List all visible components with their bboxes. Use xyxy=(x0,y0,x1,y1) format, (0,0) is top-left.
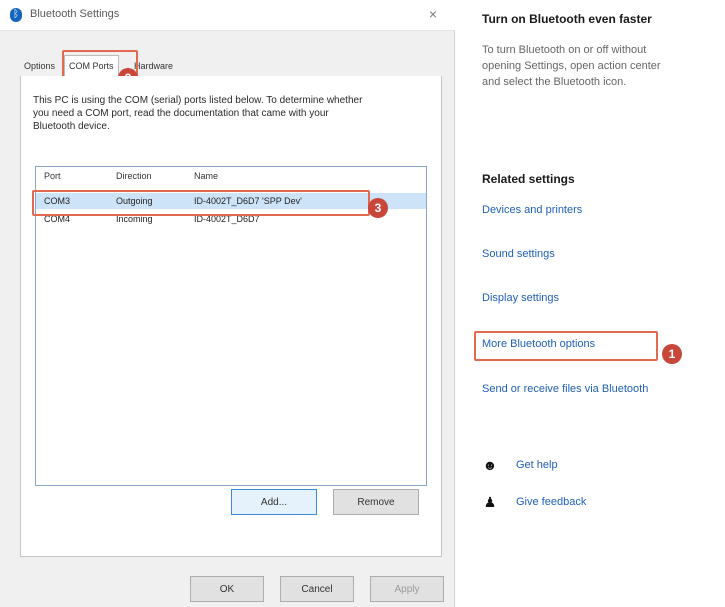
column-port[interactable]: Port xyxy=(44,171,61,181)
give-feedback-link[interactable]: Give feedback xyxy=(516,496,586,508)
send-receive-files-link[interactable]: Send or receive files via Bluetooth xyxy=(482,383,648,395)
related-settings-heading: Related settings xyxy=(482,172,575,186)
list-header: Port Direction Name xyxy=(36,171,426,187)
column-name[interactable]: Name xyxy=(194,171,218,181)
devices-and-printers-link[interactable]: Devices and printers xyxy=(482,204,582,216)
get-help-link[interactable]: Get help xyxy=(516,459,558,471)
help-icon: ☻ xyxy=(482,457,498,473)
turn-on-description: To turn Bluetooth on or off without open… xyxy=(482,44,661,88)
bluetooth-icon: ᛒ xyxy=(10,8,22,22)
com-ports-description: This PC is using the COM (serial) ports … xyxy=(33,95,363,132)
remove-button[interactable]: Remove xyxy=(333,489,419,515)
tab-options[interactable]: Options xyxy=(20,58,59,74)
ok-button[interactable]: OK xyxy=(190,576,264,602)
step-badge-3: 3 xyxy=(368,198,388,218)
close-icon[interactable]: × xyxy=(429,6,437,22)
apply-button[interactable]: Apply xyxy=(370,576,444,602)
feedback-icon: ♟ xyxy=(483,494,497,510)
dialog-button-bar: OK Cancel Apply xyxy=(0,570,455,607)
more-bluetooth-highlight xyxy=(474,331,658,361)
display-settings-link[interactable]: Display settings xyxy=(482,292,559,304)
sound-settings-link[interactable]: Sound settings xyxy=(482,248,555,260)
add-button[interactable]: Add... xyxy=(231,489,317,515)
dialog-titlebar: ᛒ Bluetooth Settings × xyxy=(0,0,455,31)
com3-row-highlight xyxy=(32,190,370,216)
step-badge-1: 1 xyxy=(662,344,682,364)
column-direction[interactable]: Direction xyxy=(116,171,152,181)
cancel-button[interactable]: Cancel xyxy=(280,576,354,602)
com-ports-panel: This PC is using the COM (serial) ports … xyxy=(20,76,442,557)
turn-on-heading: Turn on Bluetooth even faster xyxy=(482,12,652,26)
settings-side-pane: Turn on Bluetooth even faster To turn Bl… xyxy=(470,0,725,607)
dialog-title: Bluetooth Settings xyxy=(30,8,120,20)
bluetooth-settings-dialog: ᛒ Bluetooth Settings × Options COM Ports… xyxy=(0,0,455,607)
